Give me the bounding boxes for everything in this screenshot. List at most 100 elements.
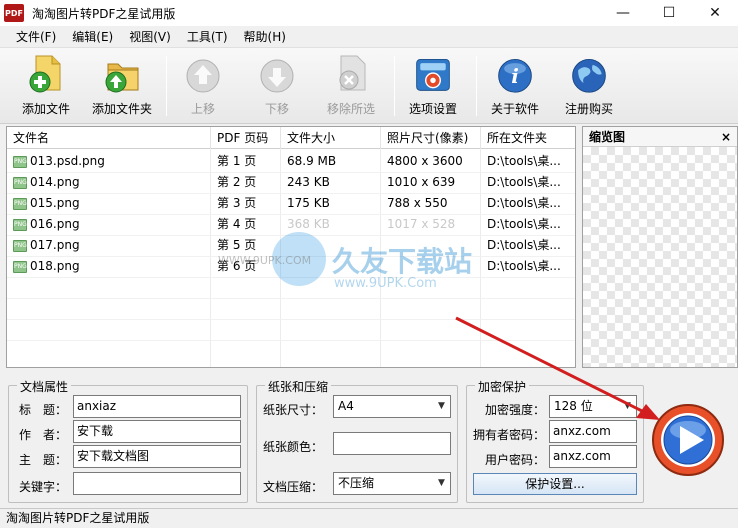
folder-path: D:\tools\桌... [487,154,561,168]
png-file-icon: PNG [13,239,27,252]
menu-bar: 文件(F) 编辑(E) 视图(V) 工具(T) 帮助(H) [0,26,738,48]
app-pdf-icon: PDF [4,4,24,22]
play-icon [652,404,724,476]
file-size: 175 KB [287,196,330,210]
image-dimensions [381,235,481,256]
globe-icon [569,52,609,96]
png-file-icon: PNG [13,197,27,210]
author-label: 作 者： [19,428,68,442]
add-folder-label: 添加文件夹 [91,102,152,116]
image-dimensions [381,256,481,277]
toolbar-separator [476,56,477,116]
file-size: 368 KB [287,217,330,231]
close-window-button[interactable]: ✕ [692,0,738,26]
keywords-input[interactable] [73,472,241,495]
paper-color-box[interactable] [333,432,451,455]
folder-path: D:\tools\桌... [487,175,561,189]
about-label: 关于软件 [490,102,539,116]
add-file-icon [26,52,66,96]
menu-help[interactable]: 帮助(H) [236,28,294,45]
title-input[interactable]: anxiaz [73,395,241,418]
toolbar-separator [166,56,167,116]
remove-selected-button[interactable]: 移除所选 [322,52,380,122]
page-number: 第 5 页 [217,238,257,252]
add-folder-button[interactable]: 添加文件夹 [90,52,154,122]
keywords-label: 关键字： [19,480,68,494]
folder-path: D:\tools\桌... [487,196,561,210]
move-down-button[interactable]: 下移 [252,52,302,122]
table-row[interactable]: PNG 014.png 第 2 页 243 KB 1010 x 639 D:\to… [7,172,575,193]
row-divider [7,319,575,320]
file-name: 017.png [30,238,80,252]
add-folder-icon [102,52,142,96]
table-row[interactable]: PNG 016.png 第 4 页 368 KB 1017 x 528 D:\to… [7,214,575,235]
page-number: 第 3 页 [217,196,257,210]
menu-tools[interactable]: 工具(T) [179,28,236,45]
table-row[interactable]: PNG 013.psd.png 第 1 页 68.9 MB 4800 x 3600… [7,151,575,172]
file-list-table[interactable]: 文件名 PDF 页码 文件大小 照片尺寸(像素) 所在文件夹 PNG 013.ps… [6,126,576,368]
file-name: 015.png [30,196,80,210]
add-file-button[interactable]: 添加文件 [16,52,76,122]
page-number: 第 4 页 [217,217,257,231]
remove-selected-label: 移除所选 [326,102,375,116]
page-number: 第 1 页 [217,154,257,168]
move-up-button[interactable]: 上移 [178,52,228,122]
image-dimensions: 4800 x 3600 [387,154,463,168]
remove-file-icon [331,52,371,96]
user-password-input[interactable]: anxz.com [549,445,637,468]
thumbnail-header: 缩览图 × [583,127,737,147]
row-divider [7,277,575,278]
table-row[interactable]: PNG 018.png 第 6 页 D:\tools\桌... [7,256,575,277]
title-label: 标 题： [19,403,68,417]
column-header-page[interactable]: PDF 页码 [211,127,281,149]
register-button[interactable]: 注册购买 [560,52,618,122]
subject-label: 主 题： [19,453,68,467]
compression-value: 不压缩 [338,476,375,490]
folder-path: D:\tools\桌... [487,217,561,231]
maximize-button[interactable]: ☐ [646,0,692,26]
menu-file[interactable]: 文件(F) [8,28,64,45]
encryption-strength-select[interactable]: 128 位 ▼ [549,395,637,418]
table-row[interactable]: PNG 017.png 第 5 页 D:\tools\桌... [7,235,575,256]
close-thumbnail-icon[interactable]: × [721,127,731,147]
owner-password-input[interactable]: anxz.com [549,420,637,443]
column-header-dimensions[interactable]: 照片尺寸(像素) [381,127,481,149]
minimize-button[interactable]: — [600,0,646,26]
start-convert-button[interactable] [650,402,726,478]
page-number: 第 2 页 [217,175,257,189]
png-file-icon: PNG [13,260,27,273]
author-input[interactable]: 安下载 [73,420,241,443]
paper-compression-group: 纸张和压缩 纸张尺寸： A4 ▼ 纸张颜色： 文档压缩： 不压缩 ▼ [256,378,458,503]
file-size: 68.9 MB [287,154,337,168]
options-label: 选项设置 [408,102,457,116]
subject-input[interactable]: 安下载文档图 [73,445,241,468]
add-file-label: 添加文件 [21,102,70,116]
paper-color-label: 纸张颜色： [263,440,324,454]
paper-compression-title: 纸张和压缩 [265,378,332,395]
encryption-strength-label: 加密强度： [485,403,546,417]
png-file-icon: PNG [13,155,27,168]
chevron-down-icon: ▼ [624,401,631,411]
column-header-filename[interactable]: 文件名 [7,127,211,149]
menu-edit[interactable]: 编辑(E) [64,28,121,45]
page-number: 第 6 页 [217,259,257,273]
info-icon: i [495,52,535,96]
compression-label: 文档压缩： [263,480,324,494]
column-header-size[interactable]: 文件大小 [281,127,381,149]
compression-select[interactable]: 不压缩 ▼ [333,472,451,495]
options-button[interactable]: 选项设置 [404,52,462,122]
png-file-icon: PNG [13,176,27,189]
settings-icon [413,52,453,96]
image-dimensions: 1017 x 528 [387,217,456,231]
file-name: 016.png [30,217,80,231]
protection-settings-button[interactable]: 保护设置... [473,473,637,495]
paper-size-select[interactable]: A4 ▼ [333,395,451,418]
move-up-label: 上移 [190,102,215,116]
arrow-up-icon [183,52,223,96]
owner-password-label: 拥有者密码： [473,428,546,442]
about-button[interactable]: i 关于软件 [486,52,544,122]
toolbar-separator [394,56,395,116]
column-header-folder[interactable]: 所在文件夹 [481,127,575,149]
table-row[interactable]: PNG 015.png 第 3 页 175 KB 788 x 550 D:\too… [7,193,575,214]
menu-view[interactable]: 视图(V) [121,28,179,45]
